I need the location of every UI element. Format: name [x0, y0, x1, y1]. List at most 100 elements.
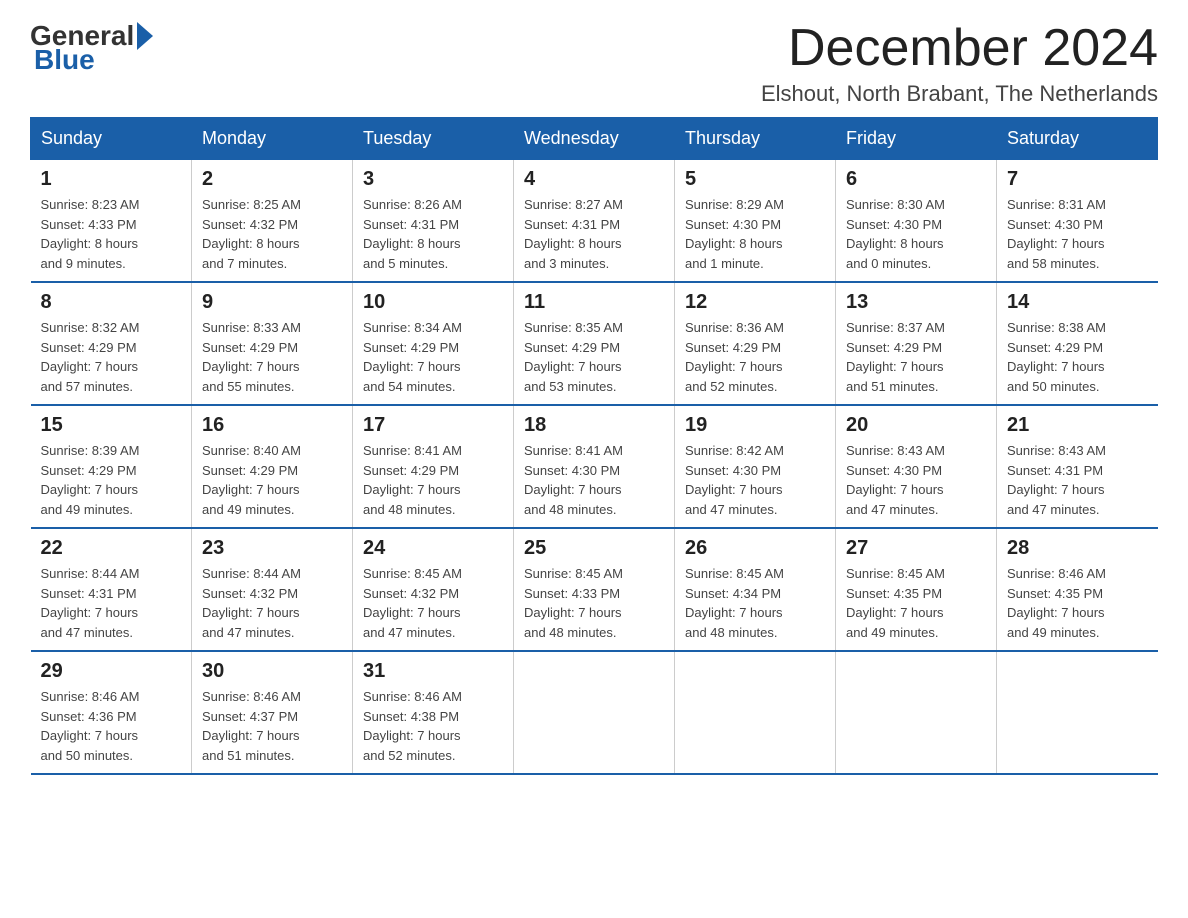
calendar-cell: 18 Sunrise: 8:41 AM Sunset: 4:30 PM Dayli…	[514, 405, 675, 528]
day-info: Sunrise: 8:23 AM Sunset: 4:33 PM Dayligh…	[41, 195, 182, 273]
calendar-header-row: SundayMondayTuesdayWednesdayThursdayFrid…	[31, 118, 1158, 160]
calendar-cell: 26Sunrise: 8:45 AM Sunset: 4:34 PM Dayli…	[675, 528, 836, 651]
day-number: 27	[846, 537, 986, 560]
calendar-cell: 17Sunrise: 8:41 AM Sunset: 4:29 PM Dayli…	[353, 405, 514, 528]
calendar-cell: 22 Sunrise: 8:44 AM Sunset: 4:31 PM Dayli…	[31, 528, 192, 651]
day-number: 4	[524, 168, 664, 191]
day-info: Sunrise: 8:31 AM Sunset: 4:30 PM Dayligh…	[1007, 195, 1148, 273]
calendar-cell: 21Sunrise: 8:43 AM Sunset: 4:31 PM Dayli…	[997, 405, 1158, 528]
calendar-header-tuesday: Tuesday	[353, 118, 514, 160]
day-number: 13	[846, 291, 986, 314]
day-info: Sunrise: 8:44 AM Sunset: 4:32 PM Dayligh…	[202, 564, 342, 642]
day-info: Sunrise: 8:45 AM Sunset: 4:33 PM Dayligh…	[524, 564, 664, 642]
day-number: 30	[202, 660, 342, 683]
day-info: Sunrise: 8:41 AM Sunset: 4:29 PM Dayligh…	[363, 441, 503, 519]
calendar-cell: 23 Sunrise: 8:44 AM Sunset: 4:32 PM Dayli…	[192, 528, 353, 651]
day-info: Sunrise: 8:35 AM Sunset: 4:29 PM Dayligh…	[524, 318, 664, 396]
day-info: Sunrise: 8:42 AM Sunset: 4:30 PM Dayligh…	[685, 441, 825, 519]
day-number: 16	[202, 414, 342, 437]
day-info: Sunrise: 8:32 AM Sunset: 4:29 PM Dayligh…	[41, 318, 182, 396]
title-section: December 2024 Elshout, North Brabant, Th…	[761, 20, 1158, 107]
day-info: Sunrise: 8:39 AM Sunset: 4:29 PM Dayligh…	[41, 441, 182, 519]
calendar-cell: 3 Sunrise: 8:26 AM Sunset: 4:31 PM Daylig…	[353, 160, 514, 283]
day-number: 2	[202, 168, 342, 191]
calendar-cell: 24Sunrise: 8:45 AM Sunset: 4:32 PM Dayli…	[353, 528, 514, 651]
day-info: Sunrise: 8:36 AM Sunset: 4:29 PM Dayligh…	[685, 318, 825, 396]
day-info: Sunrise: 8:46 AM Sunset: 4:37 PM Dayligh…	[202, 687, 342, 765]
logo: General Blue	[30, 20, 156, 76]
calendar-cell: 20Sunrise: 8:43 AM Sunset: 4:30 PM Dayli…	[836, 405, 997, 528]
calendar-cell: 30 Sunrise: 8:46 AM Sunset: 4:37 PM Dayli…	[192, 651, 353, 774]
calendar-cell: 31Sunrise: 8:46 AM Sunset: 4:38 PM Dayli…	[353, 651, 514, 774]
calendar-cell: 15 Sunrise: 8:39 AM Sunset: 4:29 PM Dayli…	[31, 405, 192, 528]
calendar-header-friday: Friday	[836, 118, 997, 160]
day-info: Sunrise: 8:43 AM Sunset: 4:31 PM Dayligh…	[1007, 441, 1148, 519]
day-number: 11	[524, 291, 664, 314]
day-number: 6	[846, 168, 986, 191]
day-number: 18	[524, 414, 664, 437]
calendar-cell: 10Sunrise: 8:34 AM Sunset: 4:29 PM Dayli…	[353, 282, 514, 405]
day-number: 5	[685, 168, 825, 191]
calendar-cell: 19 Sunrise: 8:42 AM Sunset: 4:30 PM Dayli…	[675, 405, 836, 528]
day-number: 28	[1007, 537, 1148, 560]
day-info: Sunrise: 8:46 AM Sunset: 4:35 PM Dayligh…	[1007, 564, 1148, 642]
day-number: 1	[41, 168, 182, 191]
day-number: 3	[363, 168, 503, 191]
calendar-header-wednesday: Wednesday	[514, 118, 675, 160]
calendar-week-row: 15 Sunrise: 8:39 AM Sunset: 4:29 PM Dayli…	[31, 405, 1158, 528]
day-number: 12	[685, 291, 825, 314]
day-number: 24	[363, 537, 503, 560]
day-info: Sunrise: 8:33 AM Sunset: 4:29 PM Dayligh…	[202, 318, 342, 396]
day-info: Sunrise: 8:29 AM Sunset: 4:30 PM Dayligh…	[685, 195, 825, 273]
day-number: 8	[41, 291, 182, 314]
page-header: General Blue December 2024 Elshout, Nort…	[30, 20, 1158, 107]
day-number: 20	[846, 414, 986, 437]
calendar-cell: 13 Sunrise: 8:37 AM Sunset: 4:29 PM Dayli…	[836, 282, 997, 405]
day-info: Sunrise: 8:46 AM Sunset: 4:38 PM Dayligh…	[363, 687, 503, 765]
day-info: Sunrise: 8:41 AM Sunset: 4:30 PM Dayligh…	[524, 441, 664, 519]
calendar-header-saturday: Saturday	[997, 118, 1158, 160]
calendar-cell: 4 Sunrise: 8:27 AM Sunset: 4:31 PM Daylig…	[514, 160, 675, 283]
calendar-week-row: 29Sunrise: 8:46 AM Sunset: 4:36 PM Dayli…	[31, 651, 1158, 774]
day-info: Sunrise: 8:37 AM Sunset: 4:29 PM Dayligh…	[846, 318, 986, 396]
day-number: 22	[41, 537, 182, 560]
calendar-week-row: 22 Sunrise: 8:44 AM Sunset: 4:31 PM Dayli…	[31, 528, 1158, 651]
calendar-cell: 12 Sunrise: 8:36 AM Sunset: 4:29 PM Dayli…	[675, 282, 836, 405]
location-title: Elshout, North Brabant, The Netherlands	[761, 81, 1158, 107]
calendar-cell	[514, 651, 675, 774]
day-info: Sunrise: 8:44 AM Sunset: 4:31 PM Dayligh…	[41, 564, 182, 642]
day-number: 9	[202, 291, 342, 314]
day-number: 29	[41, 660, 182, 683]
day-number: 19	[685, 414, 825, 437]
calendar-cell: 11 Sunrise: 8:35 AM Sunset: 4:29 PM Dayli…	[514, 282, 675, 405]
day-info: Sunrise: 8:45 AM Sunset: 4:34 PM Dayligh…	[685, 564, 825, 642]
day-info: Sunrise: 8:34 AM Sunset: 4:29 PM Dayligh…	[363, 318, 503, 396]
day-info: Sunrise: 8:30 AM Sunset: 4:30 PM Dayligh…	[846, 195, 986, 273]
calendar-header-monday: Monday	[192, 118, 353, 160]
day-info: Sunrise: 8:27 AM Sunset: 4:31 PM Dayligh…	[524, 195, 664, 273]
calendar-cell: 29Sunrise: 8:46 AM Sunset: 4:36 PM Dayli…	[31, 651, 192, 774]
calendar-header-thursday: Thursday	[675, 118, 836, 160]
calendar-cell: 2 Sunrise: 8:25 AM Sunset: 4:32 PM Daylig…	[192, 160, 353, 283]
calendar-cell: 6 Sunrise: 8:30 AM Sunset: 4:30 PM Daylig…	[836, 160, 997, 283]
calendar-cell: 8 Sunrise: 8:32 AM Sunset: 4:29 PM Daylig…	[31, 282, 192, 405]
day-info: Sunrise: 8:26 AM Sunset: 4:31 PM Dayligh…	[363, 195, 503, 273]
calendar-cell: 5 Sunrise: 8:29 AM Sunset: 4:30 PM Daylig…	[675, 160, 836, 283]
calendar-header-sunday: Sunday	[31, 118, 192, 160]
day-number: 23	[202, 537, 342, 560]
calendar-cell: 16Sunrise: 8:40 AM Sunset: 4:29 PM Dayli…	[192, 405, 353, 528]
day-number: 15	[41, 414, 182, 437]
calendar-table: SundayMondayTuesdayWednesdayThursdayFrid…	[30, 117, 1158, 775]
calendar-cell	[675, 651, 836, 774]
logo-blue: Blue	[34, 44, 95, 76]
day-info: Sunrise: 8:38 AM Sunset: 4:29 PM Dayligh…	[1007, 318, 1148, 396]
month-title: December 2024	[761, 20, 1158, 77]
calendar-cell: 9 Sunrise: 8:33 AM Sunset: 4:29 PM Daylig…	[192, 282, 353, 405]
day-info: Sunrise: 8:45 AM Sunset: 4:35 PM Dayligh…	[846, 564, 986, 642]
calendar-cell: 28 Sunrise: 8:46 AM Sunset: 4:35 PM Dayli…	[997, 528, 1158, 651]
calendar-cell	[836, 651, 997, 774]
calendar-cell: 1 Sunrise: 8:23 AM Sunset: 4:33 PM Daylig…	[31, 160, 192, 283]
day-number: 25	[524, 537, 664, 560]
calendar-week-row: 1 Sunrise: 8:23 AM Sunset: 4:33 PM Daylig…	[31, 160, 1158, 283]
day-info: Sunrise: 8:25 AM Sunset: 4:32 PM Dayligh…	[202, 195, 342, 273]
